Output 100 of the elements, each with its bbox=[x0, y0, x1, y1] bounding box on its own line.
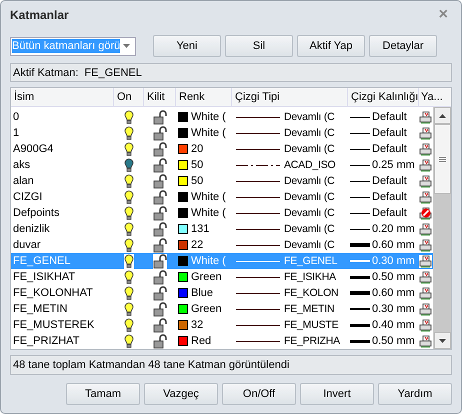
color-swatch[interactable] bbox=[178, 272, 188, 282]
padlock-icon[interactable] bbox=[153, 238, 167, 252]
light-bulb-icon[interactable] bbox=[124, 286, 134, 300]
scrollbar[interactable] bbox=[433, 107, 451, 349]
dialog-button[interactable]: Yardım bbox=[378, 383, 452, 405]
padlock-icon[interactable] bbox=[153, 318, 167, 332]
printer-icon[interactable] bbox=[419, 158, 432, 172]
dialog-button[interactable]: Vazgeç bbox=[144, 383, 218, 405]
layer-row[interactable]: 1 White ( Devamlı (C Default bbox=[11, 125, 433, 141]
light-bulb-icon[interactable] bbox=[124, 174, 134, 188]
padlock-icon[interactable] bbox=[153, 254, 167, 268]
layer-row[interactable]: Defpoints White ( Devamlı (C Default bbox=[11, 205, 433, 221]
padlock-icon[interactable] bbox=[153, 222, 167, 236]
light-bulb-icon[interactable] bbox=[124, 110, 134, 124]
padlock-icon[interactable] bbox=[153, 270, 167, 284]
padlock-icon[interactable] bbox=[153, 174, 167, 188]
color-swatch[interactable] bbox=[178, 192, 188, 202]
light-bulb-icon[interactable] bbox=[124, 126, 134, 140]
color-swatch[interactable] bbox=[178, 224, 188, 234]
layer-row[interactable]: FE_MUSTEREK 32 FE_MUSTE 0.40 mm bbox=[11, 317, 433, 333]
printer-icon[interactable] bbox=[419, 270, 432, 284]
color-swatch[interactable] bbox=[178, 240, 188, 250]
color-swatch[interactable] bbox=[178, 288, 188, 298]
light-bulb-icon[interactable] bbox=[124, 254, 134, 268]
printer-icon[interactable] bbox=[419, 318, 432, 332]
color-swatch[interactable] bbox=[178, 304, 188, 314]
column-header[interactable]: Çizgi Tipi bbox=[232, 88, 348, 106]
printer-icon[interactable] bbox=[419, 238, 432, 252]
column-header[interactable]: Ya... bbox=[419, 88, 449, 106]
column-header[interactable]: On bbox=[114, 88, 144, 106]
layer-name: FE_MUSTEREK bbox=[12, 318, 96, 333]
layer-name: CIZGI bbox=[12, 190, 44, 205]
light-bulb-icon[interactable] bbox=[124, 222, 134, 236]
layer-row[interactable]: alan 50 Devamlı (C Default bbox=[11, 173, 433, 189]
column-header[interactable]: Renk bbox=[176, 88, 232, 106]
toolbar-button[interactable]: Yeni bbox=[153, 35, 221, 57]
printer-icon[interactable] bbox=[419, 174, 432, 188]
padlock-icon[interactable] bbox=[153, 302, 167, 316]
layer-row[interactable]: FE_ISIKHAT Green FE_ISIKHA 0.50 mm bbox=[11, 269, 433, 285]
color-label: Blue bbox=[191, 287, 214, 299]
layer-row[interactable]: FE_KOLONHAT Blue FE_KOLON 0.60 mm bbox=[11, 285, 433, 301]
layer-row[interactable]: aks 50 ACAD_ISO 0.25 mm bbox=[11, 157, 433, 173]
printer-icon[interactable] bbox=[419, 334, 432, 348]
light-bulb-icon[interactable] bbox=[124, 318, 134, 332]
light-bulb-icon[interactable] bbox=[124, 270, 134, 284]
layer-row[interactable]: duvar 22 Devamlı (C 0.60 mm bbox=[11, 237, 433, 253]
toolbar-button[interactable]: Sil bbox=[225, 35, 293, 57]
color-swatch[interactable] bbox=[178, 320, 188, 330]
color-swatch[interactable] bbox=[178, 160, 188, 170]
column-header[interactable]: Kilit bbox=[144, 88, 176, 106]
color-swatch[interactable] bbox=[178, 176, 188, 186]
light-bulb-icon[interactable] bbox=[124, 206, 134, 220]
column-header[interactable]: İsim bbox=[11, 88, 114, 106]
padlock-icon[interactable] bbox=[153, 206, 167, 220]
layer-row[interactable]: A900G4 20 Devamlı (C Default bbox=[11, 141, 433, 157]
printer-icon[interactable] bbox=[419, 110, 432, 124]
layer-row[interactable]: denizlik 131 Devamlı (C 0.20 mm bbox=[11, 221, 433, 237]
layer-row[interactable]: FE_METIN Green FE_METIN 0.30 mm bbox=[11, 301, 433, 317]
printer-icon[interactable] bbox=[419, 254, 432, 268]
light-bulb-icon[interactable] bbox=[124, 334, 134, 348]
color-swatch[interactable] bbox=[178, 256, 188, 266]
layer-row[interactable]: CIZGI White ( Devamlı (C Default bbox=[11, 189, 433, 205]
active-layer-value: FE_GENEL bbox=[84, 66, 142, 78]
color-swatch[interactable] bbox=[178, 112, 188, 122]
light-bulb-icon[interactable] bbox=[124, 302, 134, 316]
dialog-button[interactable]: Invert bbox=[300, 383, 374, 405]
printer-icon[interactable] bbox=[419, 286, 432, 300]
dialog-button[interactable]: Tamam bbox=[66, 383, 140, 405]
light-bulb-icon[interactable] bbox=[124, 190, 134, 204]
color-swatch[interactable] bbox=[178, 336, 188, 346]
printer-icon[interactable] bbox=[419, 126, 432, 140]
color-swatch[interactable] bbox=[178, 128, 188, 138]
layer-row[interactable]: 0 White ( Devamlı (C Default bbox=[11, 109, 433, 125]
scroll-down-button[interactable] bbox=[434, 332, 451, 349]
printer-icon[interactable] bbox=[419, 222, 432, 236]
printer-icon[interactable] bbox=[419, 142, 432, 156]
padlock-icon[interactable] bbox=[153, 190, 167, 204]
padlock-icon[interactable] bbox=[153, 142, 167, 156]
padlock-icon[interactable] bbox=[153, 286, 167, 300]
padlock-icon[interactable] bbox=[153, 158, 167, 172]
dialog-button[interactable]: On/Off bbox=[222, 383, 296, 405]
scroll-thumb[interactable] bbox=[434, 124, 451, 194]
layer-name: duvar bbox=[12, 238, 42, 253]
light-bulb-icon[interactable] bbox=[124, 238, 134, 252]
color-swatch[interactable] bbox=[178, 208, 188, 218]
toolbar-button[interactable]: Aktif Yap bbox=[297, 35, 365, 57]
toolbar-button[interactable]: Detaylar bbox=[369, 35, 437, 57]
printer-icon[interactable] bbox=[419, 302, 432, 316]
padlock-icon[interactable] bbox=[153, 334, 167, 348]
layer-row[interactable]: FE_PRIZHAT Red FE_PRIZHA 0.50 mm bbox=[11, 333, 433, 349]
column-header[interactable]: Çizgi Kalınlığı bbox=[348, 88, 419, 106]
padlock-icon[interactable] bbox=[153, 110, 167, 124]
lineweight-value: 0.60 mm bbox=[372, 239, 415, 251]
printer-icon[interactable] bbox=[419, 190, 432, 204]
printer-icon[interactable] bbox=[419, 206, 432, 220]
color-swatch[interactable] bbox=[178, 144, 188, 154]
light-bulb-icon[interactable] bbox=[124, 158, 134, 172]
scroll-up-button[interactable] bbox=[434, 107, 451, 124]
padlock-icon[interactable] bbox=[153, 126, 167, 140]
light-bulb-icon[interactable] bbox=[124, 142, 134, 156]
